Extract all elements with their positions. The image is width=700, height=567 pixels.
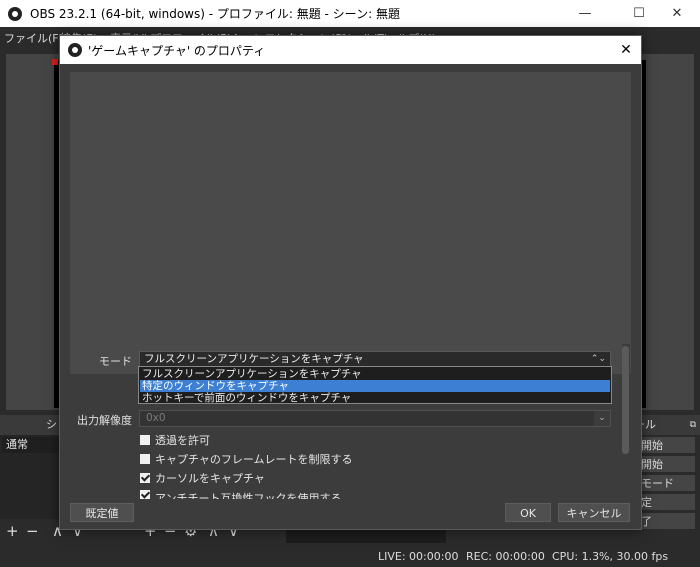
source-handle[interactable] <box>52 59 58 65</box>
main-window-title: OBS 23.2.1 (64-bit, windows) - プロファイル: 無… <box>30 7 400 21</box>
checkbox-checked-icon <box>140 490 150 499</box>
chevron-down-icon: ⌄ <box>594 411 610 426</box>
menu-file[interactable]: ファイル(F) <box>4 30 63 46</box>
mode-option-fullscreen[interactable]: フルスクリーンアプリケーションをキャプチャ <box>140 368 610 380</box>
main-titlebar: OBS 23.2.1 (64-bit, windows) - プロファイル: 無… <box>0 0 700 27</box>
remove-scene-icon[interactable]: − <box>26 522 39 540</box>
mode-option-hotkey[interactable]: ホットキーで前面のウィンドウをキャプチャ <box>140 392 610 404</box>
checkbox-unchecked-icon <box>140 435 150 445</box>
ok-button[interactable]: OK <box>505 503 551 522</box>
dialog-title: 'ゲームキャプチャ' のプロパティ <box>88 43 266 58</box>
allow-transparency-checkbox[interactable]: 透過を許可 <box>140 433 210 447</box>
obs-logo-icon <box>8 6 22 21</box>
updown-arrows-icon: ⌃⌄ <box>590 354 606 364</box>
checkbox-checked-icon <box>140 473 150 483</box>
live-timer: LIVE: 00:00:00 <box>378 550 459 563</box>
float-dock-icon[interactable]: ⧉ <box>690 415 696 435</box>
output-resolution-label: 出力解像度 <box>77 414 132 427</box>
output-resolution-value: 0x0 <box>146 412 166 424</box>
cpu-fps: CPU: 1.3%, 30.00 fps <box>552 550 669 563</box>
capture-cursor-checkbox[interactable]: カーソルをキャプチャ <box>140 471 265 485</box>
obs-logo-icon <box>68 43 82 57</box>
status-bar: LIVE: 00:00:00 REC: 00:00:00 CPU: 1.3%, … <box>0 545 700 567</box>
cancel-button[interactable]: キャンセル <box>558 503 630 522</box>
mode-option-window[interactable]: 特定のウィンドウをキャプチャ <box>140 380 610 392</box>
scrollbar-thumb[interactable] <box>622 346 629 454</box>
mode-label: モード <box>99 355 132 368</box>
limit-framerate-checkbox[interactable]: キャプチャのフレームレートを制限する <box>140 452 353 466</box>
anticheat-hook-checkbox[interactable]: アンチチート互換性フックを使用する <box>140 490 342 499</box>
rec-timer: REC: 00:00:00 <box>466 550 545 563</box>
mode-select-value: フルスクリーンアプリケーションをキャプチャ <box>144 353 364 365</box>
output-resolution-select[interactable]: 0x0 ⌄ <box>139 410 611 427</box>
dialog-close-button[interactable]: ✕ <box>617 41 635 59</box>
capture-preview <box>70 72 631 374</box>
close-button[interactable]: ✕ <box>654 0 700 27</box>
checkbox-unchecked-icon <box>140 454 150 464</box>
add-scene-icon[interactable]: + <box>6 522 19 540</box>
dialog-titlebar: 'ゲームキャプチャ' のプロパティ ✕ <box>60 36 641 64</box>
defaults-button[interactable]: 既定値 <box>70 503 134 522</box>
mode-dropdown-list: フルスクリーンアプリケーションをキャプチャ 特定のウィンドウをキャプチャ ホット… <box>138 366 612 404</box>
minimize-button[interactable]: — <box>562 0 608 27</box>
properties-dialog: 'ゲームキャプチャ' のプロパティ ✕ モード フルスクリーンアプリケーションを… <box>59 35 642 530</box>
